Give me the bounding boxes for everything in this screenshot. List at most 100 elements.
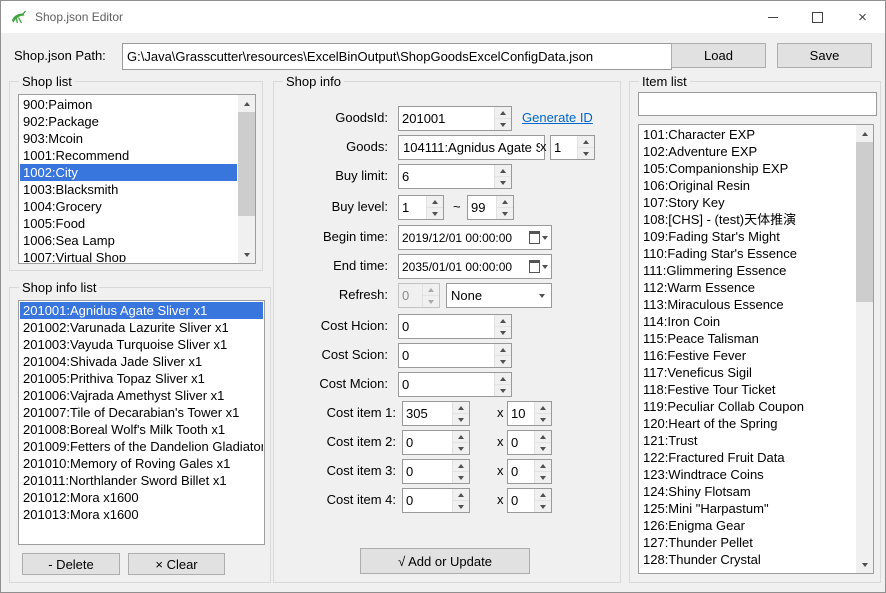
cost-item-3-qty-input[interactable] bbox=[508, 460, 534, 483]
spin-down-button[interactable] bbox=[535, 500, 551, 512]
close-button[interactable]: × bbox=[840, 1, 885, 33]
list-item[interactable]: 106:Original Resin bbox=[640, 177, 855, 194]
list-item[interactable]: 122:Fractured Fruit Data bbox=[640, 449, 855, 466]
list-item[interactable]: 1007:Virtual Shop bbox=[20, 249, 237, 262]
list-item[interactable]: 111:Glimmering Essence bbox=[640, 262, 855, 279]
list-item[interactable]: 113:Miraculous Essence bbox=[640, 296, 855, 313]
spin-down-button[interactable] bbox=[535, 442, 551, 454]
cost-item-1-qty-spinner[interactable] bbox=[507, 401, 552, 426]
cost-item-3-qty-spinner[interactable] bbox=[507, 459, 552, 484]
scroll-down-button[interactable] bbox=[238, 246, 255, 263]
end-time-input[interactable] bbox=[399, 255, 525, 278]
begin-time-calendar-button[interactable] bbox=[525, 226, 551, 249]
list-item[interactable]: 116:Festive Fever bbox=[640, 347, 855, 364]
cost-item-3-spinner[interactable] bbox=[402, 459, 470, 484]
cost-item-1-qty-input[interactable] bbox=[508, 402, 534, 425]
spin-up-button[interactable] bbox=[495, 344, 511, 355]
spin-down-button[interactable] bbox=[497, 207, 513, 219]
delete-button[interactable]: - Delete bbox=[22, 553, 120, 575]
list-item[interactable]: 126:Enigma Gear bbox=[640, 517, 855, 534]
list-item[interactable]: 201005:Prithiva Topaz Sliver x1 bbox=[20, 370, 263, 387]
list-item[interactable]: 117:Veneficus Sigil bbox=[640, 364, 855, 381]
list-item[interactable]: 201010:Memory of Roving Gales x1 bbox=[20, 455, 263, 472]
item-list-scrollbar[interactable] bbox=[856, 125, 873, 573]
end-time-calendar-button[interactable] bbox=[525, 255, 551, 278]
list-item[interactable]: 1005:Food bbox=[20, 215, 237, 232]
save-button[interactable]: Save bbox=[777, 43, 872, 68]
cost-item-4-input[interactable] bbox=[403, 489, 452, 512]
scroll-thumb[interactable] bbox=[238, 112, 255, 216]
spin-down-button[interactable] bbox=[495, 326, 511, 338]
spin-up-button[interactable] bbox=[578, 136, 594, 147]
spin-down-button[interactable] bbox=[535, 413, 551, 425]
spin-up-button[interactable] bbox=[497, 196, 513, 207]
spin-up-button[interactable] bbox=[535, 402, 551, 413]
buy-level-min-input[interactable] bbox=[399, 196, 426, 219]
list-item[interactable]: 902:Package bbox=[20, 113, 237, 130]
spin-up-button[interactable] bbox=[453, 460, 469, 471]
goods-qty-spinner[interactable] bbox=[550, 135, 595, 160]
list-item[interactable]: 1001:Recommend bbox=[20, 147, 237, 164]
spin-up-button[interactable] bbox=[495, 165, 511, 176]
list-item[interactable]: 108:[CHS] - (test)天体推演 bbox=[640, 211, 855, 228]
spin-down-button[interactable] bbox=[495, 384, 511, 396]
shop-listbox[interactable]: 900:Paimon902:Package903:Mcoin1001:Recom… bbox=[18, 94, 256, 264]
list-item[interactable]: 118:Festive Tour Ticket bbox=[640, 381, 855, 398]
list-item[interactable]: 119:Peculiar Collab Coupon bbox=[640, 398, 855, 415]
begin-time-input[interactable] bbox=[399, 226, 525, 249]
scroll-thumb[interactable] bbox=[856, 142, 873, 302]
end-time-picker[interactable] bbox=[398, 254, 552, 279]
cost-item-2-input[interactable] bbox=[403, 431, 452, 454]
buy-level-max-spinner[interactable] bbox=[467, 195, 514, 220]
spin-down-button[interactable] bbox=[495, 176, 511, 188]
list-item[interactable]: 109:Fading Star's Might bbox=[640, 228, 855, 245]
cost-item-4-qty-input[interactable] bbox=[508, 489, 534, 512]
buy-level-max-input[interactable] bbox=[468, 196, 496, 219]
list-item[interactable]: 102:Adventure EXP bbox=[640, 143, 855, 160]
list-item[interactable]: 127:Thunder Pellet bbox=[640, 534, 855, 551]
list-item[interactable]: 114:Iron Coin bbox=[640, 313, 855, 330]
cost-item-2-spinner[interactable] bbox=[402, 430, 470, 455]
list-item[interactable]: 201003:Vayuda Turquoise Sliver x1 bbox=[20, 336, 263, 353]
cost-hcion-input[interactable] bbox=[399, 315, 494, 338]
list-item[interactable]: 105:Companionship EXP bbox=[640, 160, 855, 177]
spin-down-button[interactable] bbox=[535, 471, 551, 483]
list-item[interactable]: 903:Mcoin bbox=[20, 130, 237, 147]
buy-limit-spinner[interactable] bbox=[398, 164, 512, 189]
list-item[interactable]: 201008:Boreal Wolf's Milk Tooth x1 bbox=[20, 421, 263, 438]
spin-down-button[interactable] bbox=[453, 500, 469, 512]
scroll-down-button[interactable] bbox=[856, 556, 873, 573]
list-item[interactable]: 201012:Mora x1600 bbox=[20, 489, 263, 506]
cost-item-3-input[interactable] bbox=[403, 460, 452, 483]
list-item[interactable]: 123:Windtrace Coins bbox=[640, 466, 855, 483]
item-listbox[interactable]: 101:Character EXP102:Adventure EXP105:Co… bbox=[638, 124, 874, 574]
buy-level-min-spinner[interactable] bbox=[398, 195, 444, 220]
goods-qty-input[interactable] bbox=[551, 136, 577, 159]
shop-info-listbox[interactable]: 201001:Agnidus Agate Sliver x1201002:Var… bbox=[18, 300, 265, 545]
spin-up-button[interactable] bbox=[427, 196, 443, 207]
scroll-up-button[interactable] bbox=[238, 95, 255, 112]
list-item[interactable]: 115:Peace Talisman bbox=[640, 330, 855, 347]
shop-list-scrollbar[interactable] bbox=[238, 95, 255, 263]
list-item[interactable]: 125:Mini "Harpastum" bbox=[640, 500, 855, 517]
list-item[interactable]: 110:Fading Star's Essence bbox=[640, 245, 855, 262]
goodsid-input[interactable] bbox=[399, 107, 494, 130]
spin-up-button[interactable] bbox=[453, 489, 469, 500]
begin-time-picker[interactable] bbox=[398, 225, 552, 250]
cost-item-2-qty-spinner[interactable] bbox=[507, 430, 552, 455]
cost-scion-input[interactable] bbox=[399, 344, 494, 367]
spin-up-button[interactable] bbox=[535, 489, 551, 500]
list-item[interactable]: 201004:Shivada Jade Sliver x1 bbox=[20, 353, 263, 370]
list-item[interactable]: 201002:Varunada Lazurite Sliver x1 bbox=[20, 319, 263, 336]
list-item[interactable]: 124:Shiny Flotsam bbox=[640, 483, 855, 500]
spin-down-button[interactable] bbox=[578, 147, 594, 159]
spin-up-button[interactable] bbox=[495, 315, 511, 326]
list-item[interactable]: 1006:Sea Lamp bbox=[20, 232, 237, 249]
list-item[interactable]: 900:Paimon bbox=[20, 96, 237, 113]
spin-up-button[interactable] bbox=[535, 431, 551, 442]
clear-button[interactable]: × Clear bbox=[128, 553, 225, 575]
list-item[interactable]: 128:Thunder Crystal bbox=[640, 551, 855, 568]
cost-item-1-spinner[interactable] bbox=[402, 401, 470, 426]
spin-down-button[interactable] bbox=[495, 355, 511, 367]
list-item[interactable]: 201009:Fetters of the Dandelion Gladiato… bbox=[20, 438, 263, 455]
